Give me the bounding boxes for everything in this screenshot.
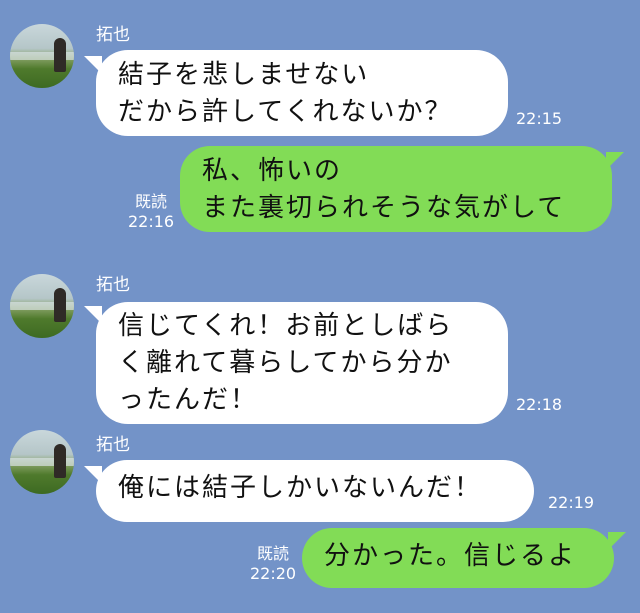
bubble-tail	[606, 152, 624, 170]
message-time: 22:19	[548, 493, 595, 512]
message-time: 22:18	[516, 395, 563, 414]
contact-name: 拓也	[96, 435, 130, 455]
message-time: 22:20	[250, 564, 297, 583]
message-bubble-incoming[interactable]: 結子を悲しませない だから許してくれないか？	[96, 50, 508, 136]
read-label: 既読	[257, 544, 290, 563]
message-time: 22:16	[128, 212, 175, 231]
bubble-tail	[608, 532, 626, 550]
message-bubble-outgoing[interactable]: 分かった。信じるよ	[302, 528, 614, 588]
message-bubble-incoming[interactable]: 俺には結子しかいないんだ！	[96, 460, 534, 522]
message-bubble-incoming[interactable]: 信じてくれ！お前としばら く離れて暮らしてから分か ったんだ！	[96, 302, 508, 424]
read-label: 既読	[135, 192, 168, 211]
message-time: 22:15	[516, 109, 563, 128]
contact-avatar[interactable]	[10, 274, 74, 338]
contact-name: 拓也	[96, 275, 130, 295]
contact-name: 拓也	[96, 25, 130, 45]
read-receipt: 既読 22:16	[128, 192, 174, 232]
chat-area: 拓也 結子を悲しませない だから許してくれないか？ 22:15 既読 22:16…	[0, 0, 640, 613]
message-bubble-outgoing[interactable]: 私、怖いの また裏切られそうな気がして	[180, 146, 612, 232]
contact-avatar[interactable]	[10, 24, 74, 88]
read-receipt: 既読 22:20	[250, 544, 296, 584]
contact-avatar[interactable]	[10, 430, 74, 494]
